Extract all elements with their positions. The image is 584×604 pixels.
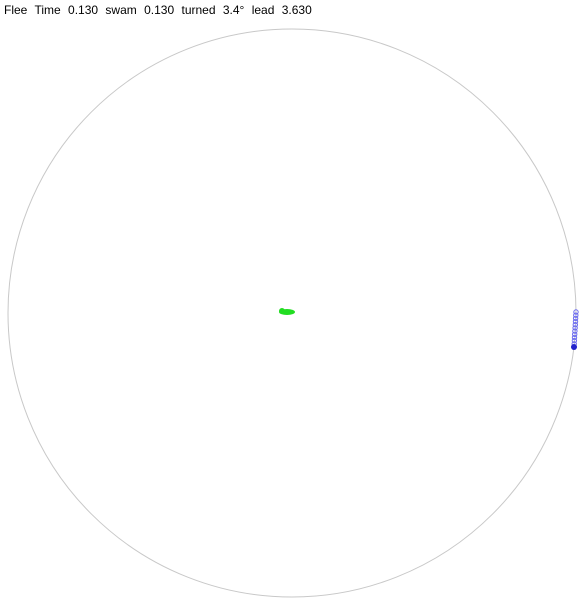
fleeing-agent	[279, 308, 295, 315]
pursuer-agent-head	[571, 344, 577, 350]
fleeing-agent-head	[279, 308, 285, 314]
arena-canvas[interactable]	[0, 0, 584, 604]
